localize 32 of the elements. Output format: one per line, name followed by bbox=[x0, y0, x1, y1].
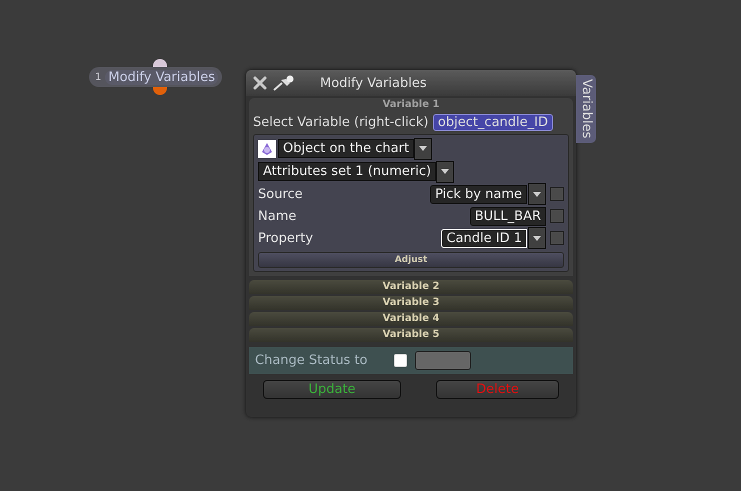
update-button[interactable]: Update bbox=[263, 380, 401, 399]
field-label: Source bbox=[258, 186, 303, 202]
section-header[interactable]: Variable 1 bbox=[249, 98, 573, 112]
node-label: Modify Variables bbox=[105, 70, 218, 84]
input-port[interactable] bbox=[153, 59, 167, 67]
object-icon bbox=[258, 140, 276, 158]
section-header[interactable]: Variable 4 bbox=[249, 312, 573, 326]
status-field[interactable] bbox=[414, 351, 471, 370]
value-dropdown[interactable]: Pick by name bbox=[430, 184, 527, 204]
value-dropdown[interactable]: Candle ID 1 bbox=[441, 228, 527, 248]
pin-icon[interactable] bbox=[272, 74, 296, 92]
node-pill[interactable]: 1 Modify Variables bbox=[89, 67, 222, 87]
checkbox[interactable] bbox=[550, 209, 564, 223]
input-field[interactable]: BULL_BAR bbox=[470, 206, 546, 226]
field-label: Name bbox=[258, 208, 296, 224]
field-label: Property bbox=[258, 230, 314, 246]
section-header[interactable]: Variable 5 bbox=[249, 328, 573, 342]
checkbox[interactable] bbox=[550, 231, 564, 245]
close-icon[interactable] bbox=[252, 75, 268, 91]
checkbox[interactable] bbox=[550, 187, 564, 201]
section-header[interactable]: Variable 2 bbox=[249, 280, 573, 294]
select-variable-label: Select Variable (right-click) bbox=[253, 114, 428, 130]
output-port[interactable] bbox=[153, 87, 167, 95]
object-type-dropdown[interactable]: Object on the chart bbox=[278, 139, 414, 158]
attribute-set-dropdown[interactable]: Attributes set 1 (numeric) bbox=[258, 162, 436, 181]
section-header[interactable]: Variable 3 bbox=[249, 296, 573, 310]
change-status-label: Change Status to bbox=[255, 353, 368, 368]
window-title: Modify Variables bbox=[320, 76, 427, 90]
variable-chip[interactable]: object_candle_ID bbox=[432, 114, 553, 130]
adjust-button[interactable]: Adjust bbox=[258, 252, 564, 268]
side-tab[interactable]: Variables bbox=[576, 75, 596, 143]
node-index: 1 bbox=[95, 72, 102, 82]
